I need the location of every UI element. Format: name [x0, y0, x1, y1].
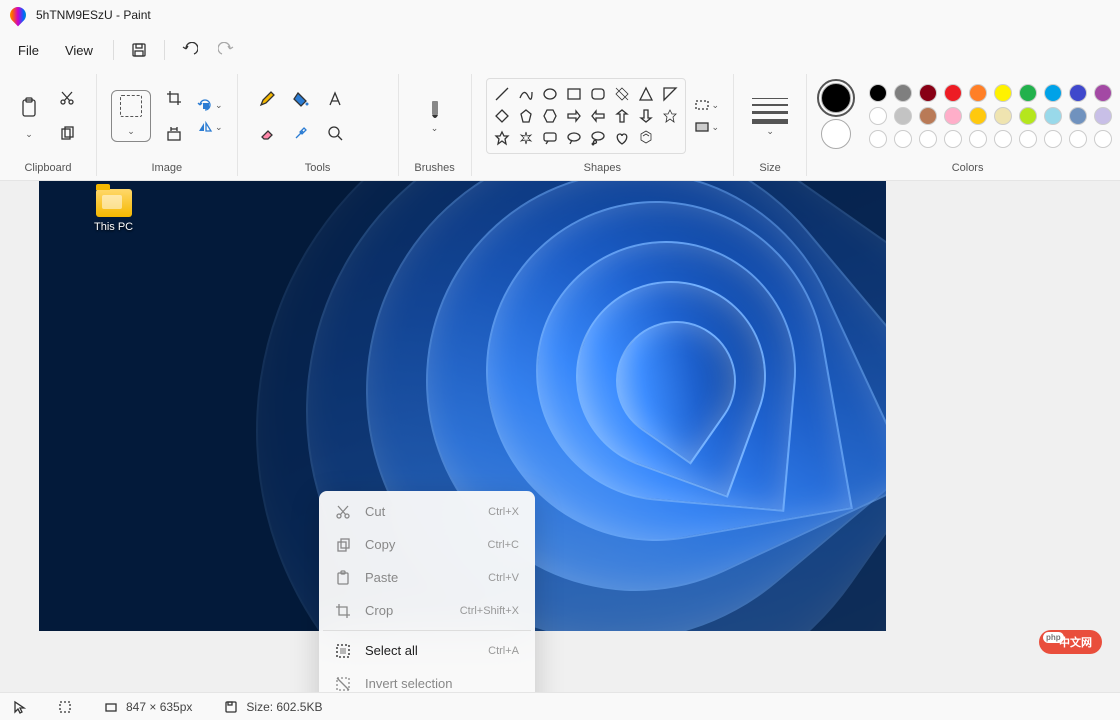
color-swatch[interactable] — [919, 107, 937, 125]
pencil-tool[interactable] — [252, 84, 282, 114]
fill-tool[interactable] — [286, 84, 316, 114]
ctx-select-all[interactable]: Select allCtrl+A — [323, 634, 531, 667]
color-swatch[interactable] — [1069, 130, 1087, 148]
status-bar: 847 × 635px Size: 602.5KB — [0, 692, 1120, 720]
color-swatch[interactable] — [1019, 107, 1037, 125]
canvas-dimensions: 847 × 635px — [104, 700, 192, 714]
ctx-paste: PasteCtrl+V — [323, 561, 531, 594]
menu-bar: File View — [0, 30, 1120, 70]
color-swatch[interactable] — [869, 84, 887, 102]
shape-fill-button[interactable]: ⌄ — [694, 119, 720, 135]
color-swatch[interactable] — [944, 130, 962, 148]
color-swatch[interactable] — [1019, 130, 1037, 148]
title-bar: 5hTNM9ESzU - Paint — [0, 0, 1120, 30]
color-swatch[interactable] — [894, 107, 912, 125]
group-brushes: ⌄ Brushes — [399, 74, 472, 176]
group-label-brushes: Brushes — [414, 158, 454, 176]
color-swatch[interactable] — [894, 130, 912, 148]
save-button[interactable] — [122, 33, 156, 67]
color-swatch[interactable] — [944, 84, 962, 102]
group-label-tools: Tools — [305, 158, 331, 176]
group-label-size: Size — [759, 158, 780, 176]
color-swatch[interactable] — [994, 107, 1012, 125]
ctx-copy: CopyCtrl+C — [323, 528, 531, 561]
magnifier-tool[interactable] — [320, 118, 350, 148]
color-swatch[interactable] — [969, 84, 987, 102]
color-swatch[interactable] — [919, 84, 937, 102]
desktop-icon-label: This PC — [94, 221, 133, 233]
selection-info-icon — [58, 700, 72, 714]
color-swatch[interactable] — [994, 130, 1012, 148]
color-swatch[interactable] — [994, 84, 1012, 102]
color-swatch[interactable] — [869, 107, 887, 125]
color-swatch[interactable] — [869, 130, 887, 148]
group-size: ⌄ Size — [734, 74, 807, 176]
size-button[interactable]: ⌄ — [748, 88, 792, 144]
color-swatch[interactable] — [1044, 130, 1062, 148]
resize-button[interactable] — [159, 119, 189, 149]
group-clipboard: ⌄ Clipboard — [0, 74, 97, 176]
select-tool[interactable]: ⌄ — [111, 90, 151, 142]
group-colors: Colors — [807, 74, 1120, 176]
flip-button[interactable]: ⌄ — [197, 119, 223, 135]
paste-menu-icon[interactable]: ⌄ — [25, 129, 33, 140]
file-size: Size: 602.5KB — [224, 700, 322, 714]
color-swatch[interactable] — [1044, 84, 1062, 102]
color-swatch[interactable] — [1069, 84, 1087, 102]
crop-button[interactable] — [159, 83, 189, 113]
redo-button[interactable] — [209, 33, 243, 67]
rotate-button[interactable]: ⌄ — [197, 97, 223, 113]
ctx-invert-selection: Invert selection — [323, 667, 531, 692]
shape-outline-button[interactable]: ⌄ — [694, 97, 720, 113]
color-swatch[interactable] — [1019, 84, 1037, 102]
color-swatch[interactable] — [919, 130, 937, 148]
color-swatch[interactable] — [1044, 107, 1062, 125]
window-title: 5hTNM9ESzU - Paint — [36, 8, 151, 22]
copy-button[interactable] — [52, 119, 82, 149]
ribbon: ⌄ Clipboard ⌄ ⌄ ⌄ Image — [0, 70, 1120, 181]
group-tools: Tools — [238, 74, 399, 176]
color-palette — [869, 84, 1114, 148]
color-swatch[interactable] — [969, 130, 987, 148]
ctx-cut: CutCtrl+X — [323, 495, 531, 528]
ctx-crop: CropCtrl+Shift+X — [323, 594, 531, 627]
group-label-shapes: Shapes — [584, 158, 621, 176]
eraser-tool[interactable] — [252, 118, 282, 148]
color-2[interactable] — [821, 119, 851, 149]
context-menu: CutCtrl+XCopyCtrl+CPasteCtrl+VCropCtrl+S… — [319, 491, 535, 692]
cursor-tool-icon — [12, 700, 26, 714]
cut-button[interactable] — [52, 83, 82, 113]
color-swatch[interactable] — [1094, 84, 1112, 102]
color-1[interactable] — [821, 83, 851, 113]
desktop-icon: This PC — [94, 189, 133, 233]
menu-file[interactable]: File — [6, 37, 51, 64]
color-swatch[interactable] — [1069, 107, 1087, 125]
canvas-area[interactable]: This PC CutCtrl+XCopyCtrl+CPasteCtrl+VCr… — [0, 181, 1120, 692]
color-swatch[interactable] — [1094, 107, 1112, 125]
app-icon — [7, 4, 30, 27]
undo-button[interactable] — [173, 33, 207, 67]
text-tool[interactable] — [320, 84, 350, 114]
menu-view[interactable]: View — [53, 37, 105, 64]
watermark: 中文网 — [1039, 630, 1102, 654]
picker-tool[interactable] — [286, 118, 316, 148]
color-swatch[interactable] — [969, 107, 987, 125]
paste-button[interactable] — [14, 93, 44, 123]
group-shapes: ⌄ ⌄ Shapes — [472, 74, 735, 176]
color-swatch[interactable] — [944, 107, 962, 125]
group-label-clipboard: Clipboard — [24, 158, 71, 176]
group-label-colors: Colors — [952, 158, 984, 176]
shapes-gallery[interactable] — [486, 78, 686, 154]
color-swatch[interactable] — [894, 84, 912, 102]
brushes-button[interactable]: ⌄ — [413, 88, 457, 144]
group-image: ⌄ ⌄ ⌄ Image — [97, 74, 238, 176]
color-swatch[interactable] — [1094, 130, 1112, 148]
group-label-image: Image — [151, 158, 182, 176]
